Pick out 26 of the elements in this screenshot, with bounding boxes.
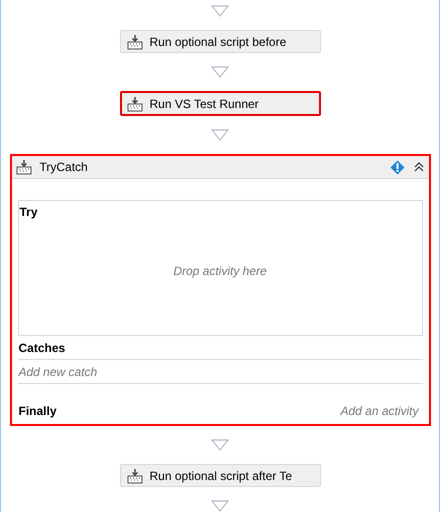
- try-drop-area[interactable]: Try Drop activity here: [18, 200, 422, 336]
- section-label: Catches: [18, 341, 66, 355]
- connector-arrow-icon: [211, 5, 229, 17]
- add-catch-link[interactable]: Add new catch: [18, 365, 98, 379]
- add-activity-link[interactable]: Add an activity: [340, 404, 418, 418]
- activity-icon: [126, 34, 142, 50]
- activity-icon: [126, 468, 142, 484]
- connector-arrow-icon: [211, 500, 229, 512]
- section-label: Finally: [18, 404, 57, 418]
- connector-arrow-icon: [211, 66, 229, 78]
- activity-label: Run VS Test Runner: [150, 96, 259, 110]
- drop-hint: Drop activity here: [173, 264, 267, 278]
- activity-label: Run optional script after Te: [150, 468, 292, 482]
- warning-icon: [390, 160, 404, 174]
- activity-block[interactable]: Run optional script after Te: [120, 464, 320, 487]
- activity-block[interactable]: Run optional script before: [120, 30, 320, 53]
- connector-arrow-icon: [211, 129, 229, 141]
- connector-arrow-icon: [211, 439, 229, 451]
- activity-label: Run optional script before: [150, 34, 286, 48]
- container-title: TryCatch: [40, 160, 88, 174]
- activity-block[interactable]: Run VS Test Runner: [120, 91, 320, 116]
- section-label: Try: [20, 205, 39, 219]
- trycatch-container[interactable]: TryCatch Try Drop activity here Catches Add new catch Finally Add an activity: [10, 154, 430, 426]
- activity-icon: [126, 96, 142, 112]
- activity-icon: [16, 159, 32, 175]
- collapse-icon[interactable]: [412, 161, 424, 173]
